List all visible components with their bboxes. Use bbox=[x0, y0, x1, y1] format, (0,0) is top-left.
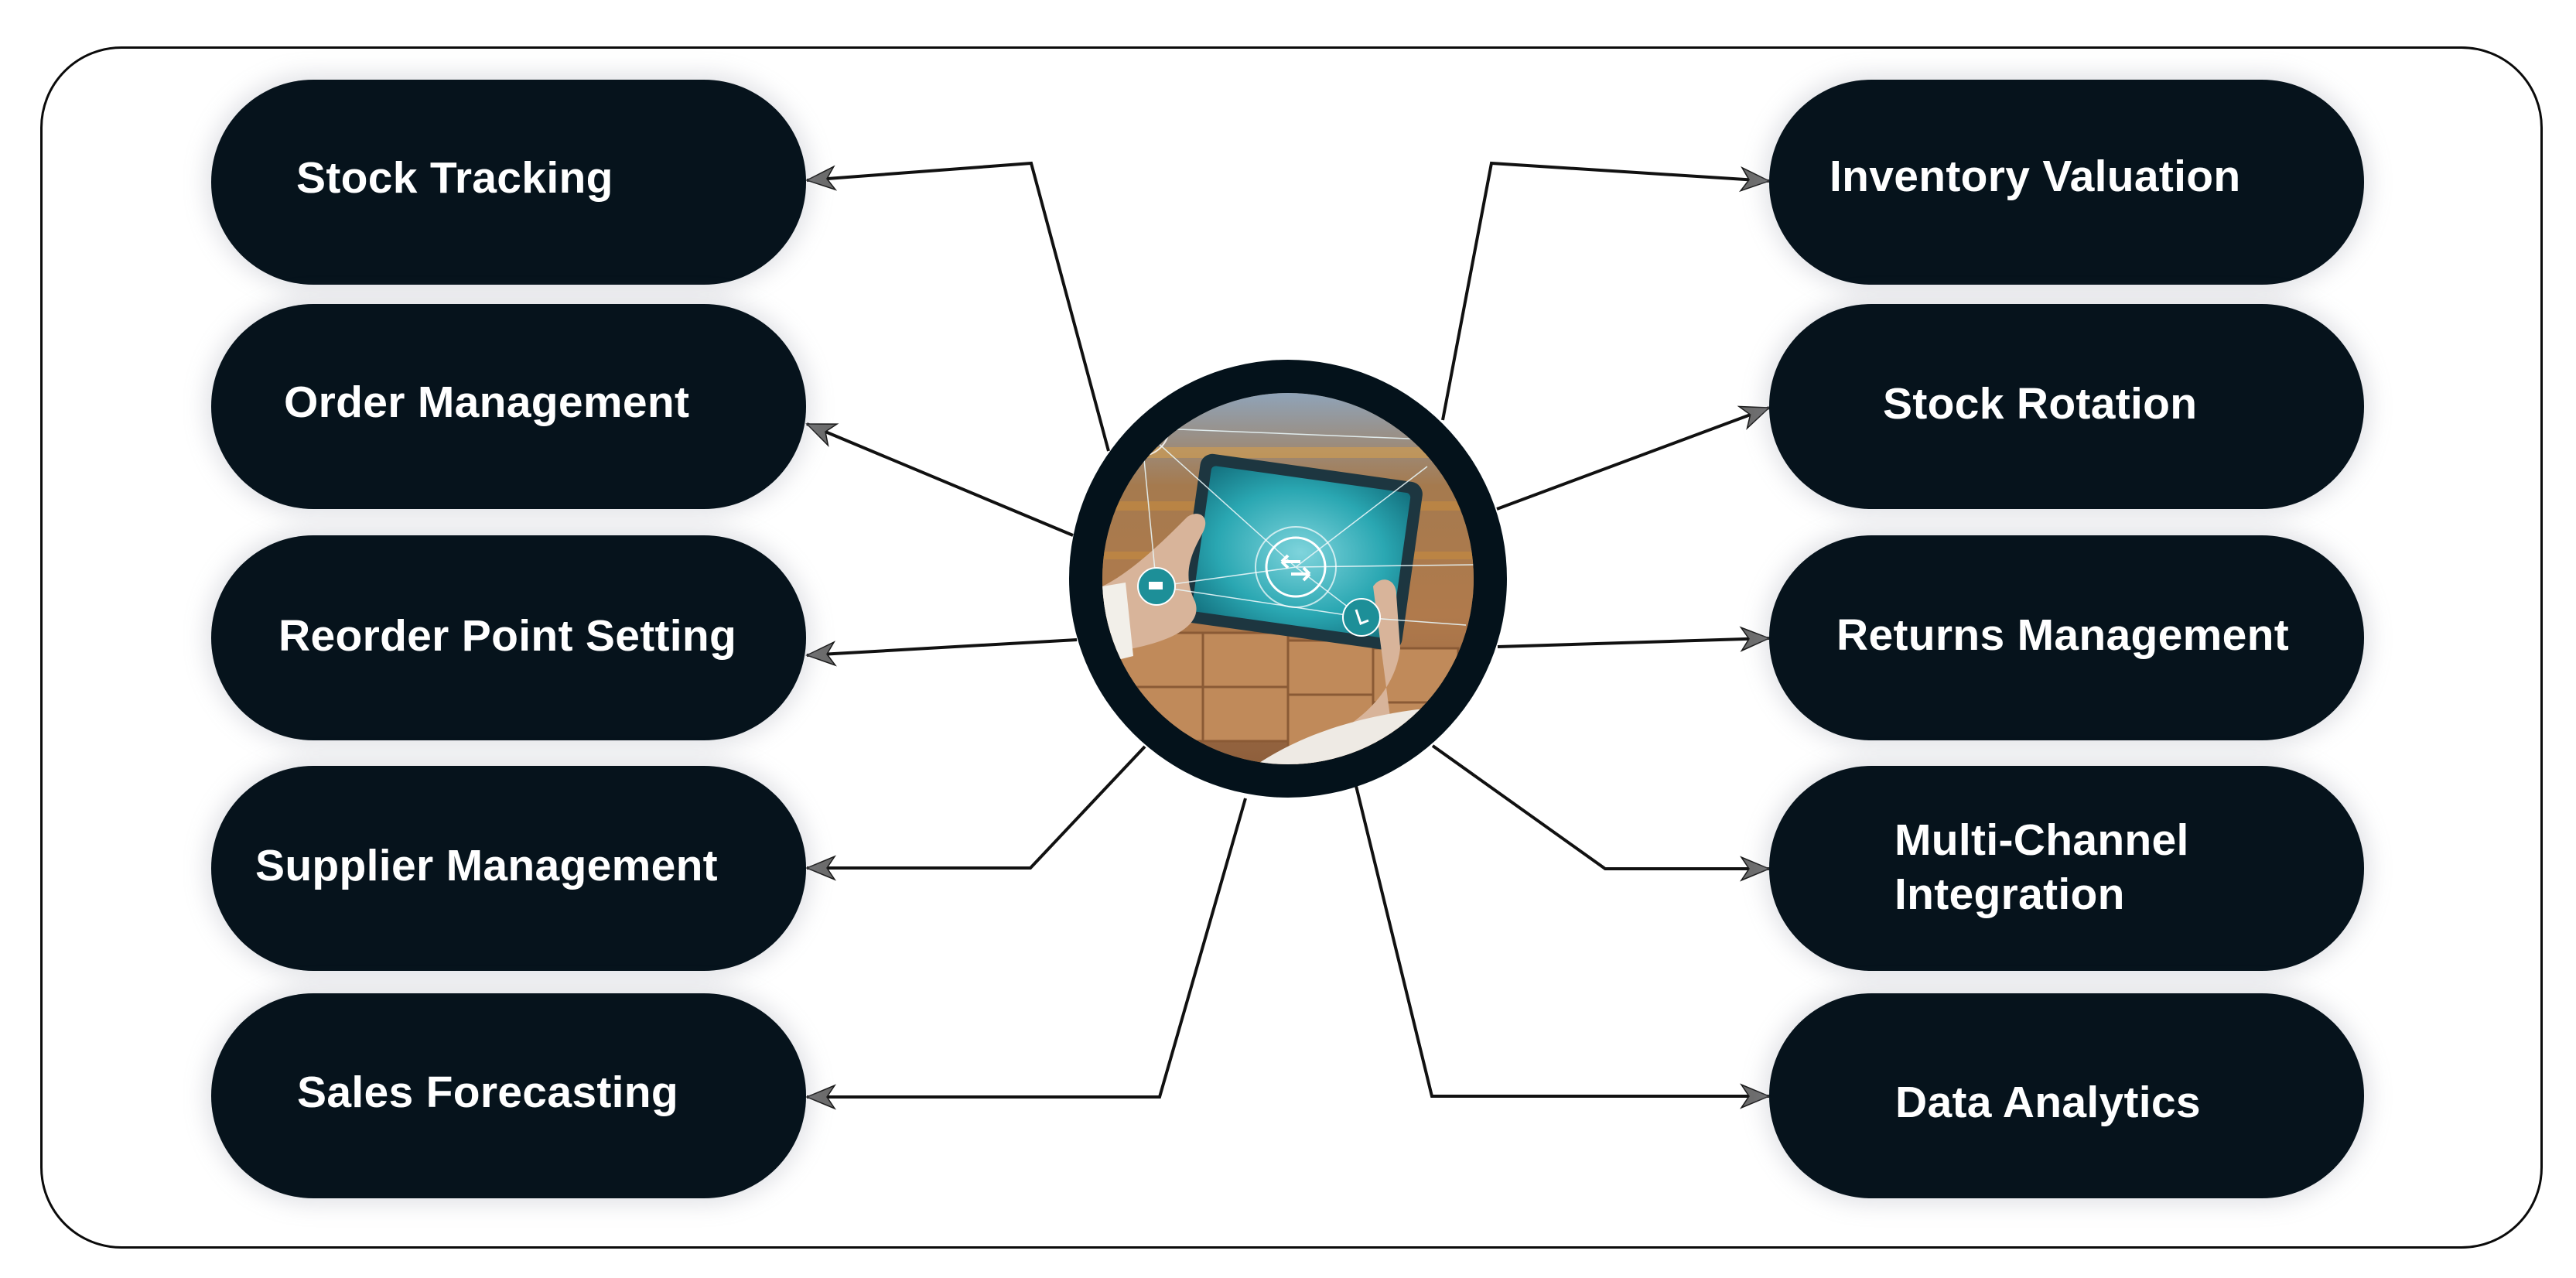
node-label: Inventory Valuation bbox=[1830, 152, 2241, 201]
node-multi-channel-integration[interactable]: Multi-Channel Integration bbox=[1769, 766, 2364, 971]
forklift-icon bbox=[1137, 567, 1176, 606]
node-supplier-management[interactable]: Supplier Management bbox=[211, 766, 806, 971]
node-stock-tracking[interactable]: Stock Tracking bbox=[211, 80, 806, 285]
node-label: Stock Tracking bbox=[296, 153, 613, 203]
node-label: Order Management bbox=[284, 378, 690, 427]
node-returns-management[interactable]: Returns Management bbox=[1769, 535, 2364, 740]
node-label: Reorder Point Setting bbox=[278, 611, 737, 661]
hub-photo bbox=[1102, 393, 1474, 764]
node-label: Supplier Management bbox=[255, 841, 718, 890]
node-label: Returns Management bbox=[1836, 610, 2290, 660]
node-label: Data Analytics bbox=[1895, 1078, 2201, 1127]
hand-truck-icon bbox=[1342, 598, 1381, 637]
node-reorder-point-setting[interactable]: Reorder Point Setting bbox=[211, 535, 806, 740]
central-hub bbox=[1069, 360, 1507, 798]
node-label-line-2: Integration bbox=[1894, 870, 2125, 919]
node-data-analytics[interactable]: Data Analytics bbox=[1769, 993, 2364, 1198]
node-label-line-1: Multi-Channel bbox=[1894, 815, 2189, 865]
cardboard-boxes bbox=[1116, 631, 1460, 758]
node-sales-forecasting[interactable]: Sales Forecasting bbox=[211, 993, 806, 1198]
node-order-management[interactable]: Order Management bbox=[211, 304, 806, 509]
node-label: Sales Forecasting bbox=[297, 1068, 678, 1117]
node-label: Stock Rotation bbox=[1883, 379, 2198, 429]
node-stock-rotation[interactable]: Stock Rotation bbox=[1769, 304, 2364, 509]
node-inventory-valuation[interactable]: Inventory Valuation bbox=[1769, 80, 2364, 285]
